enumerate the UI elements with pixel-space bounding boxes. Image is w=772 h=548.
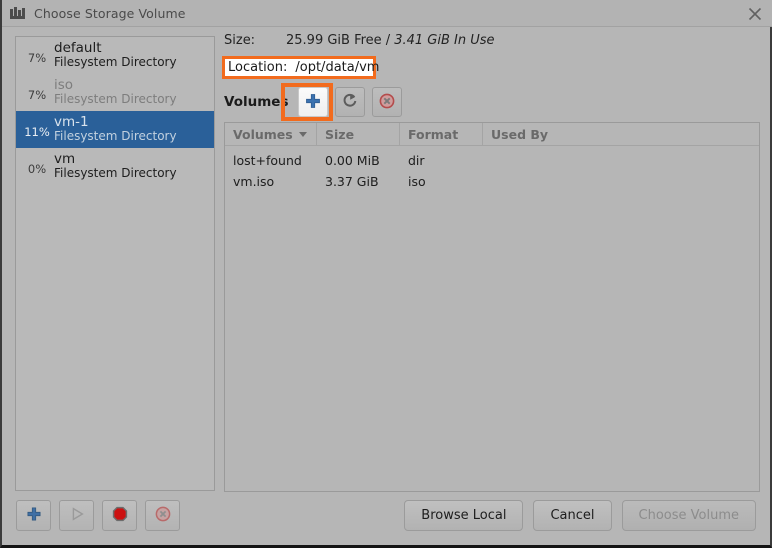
pool-usage-percent: 11% [20, 121, 54, 139]
pool-details: Size: 25.99 GiB Free / 3.41 GiB In Use [224, 33, 760, 53]
storage-pool-list[interactable]: 7% default Filesystem Directory 7% iso F… [15, 36, 215, 491]
cancel-button[interactable]: Cancel [533, 500, 611, 531]
pool-type: Filesystem Directory [54, 56, 177, 69]
table-row[interactable]: vm.iso 3.37 GiB iso [225, 171, 759, 192]
cell-volume-used-by [483, 171, 758, 192]
column-header-used-by[interactable]: Used By [483, 123, 758, 145]
pool-action-buttons [16, 500, 188, 531]
location-label: Location: [225, 60, 287, 75]
window-title: Choose Storage Volume [34, 6, 186, 21]
refresh-icon [341, 92, 359, 113]
start-pool-button [59, 500, 94, 531]
add-pool-button[interactable] [16, 500, 51, 531]
cell-volume-size: 3.37 GiB [317, 171, 400, 192]
pool-name: default [54, 41, 177, 56]
choose-storage-volume-dialog: Choose Storage Volume 7% default Filesys… [0, 0, 772, 548]
column-header-size[interactable]: Size [317, 123, 400, 145]
pool-type: Filesystem Directory [54, 93, 177, 106]
pool-usage-percent: 7% [20, 47, 54, 65]
column-header-label: Volumes [233, 127, 293, 142]
pool-name: vm-1 [54, 115, 177, 130]
size-used-value: 3.41 GiB In Use [394, 33, 494, 48]
pool-name: vm [54, 152, 177, 167]
dialog-action-buttons: Browse Local Cancel Choose Volume [394, 500, 756, 531]
cell-volume-size: 0.00 MiB [317, 150, 400, 171]
choose-volume-button: Choose Volume [622, 500, 756, 531]
delete-x-icon [154, 505, 172, 526]
pool-type: Filesystem Directory [54, 130, 177, 143]
cell-volume-used-by [483, 150, 758, 171]
stop-icon [111, 505, 129, 526]
location-value: /opt/data/vm [287, 60, 379, 75]
table-row[interactable]: lost+found 0.00 MiB dir [225, 150, 759, 171]
plus-icon [25, 505, 43, 526]
sort-descending-icon [299, 132, 307, 137]
pool-usage-percent: 0% [20, 158, 54, 176]
location-row-highlight: Location: /opt/data/vm [222, 56, 376, 79]
pool-list-item-selected[interactable]: 11% vm-1 Filesystem Directory [16, 111, 214, 148]
pool-list-item[interactable]: 7% iso Filesystem Directory [16, 74, 214, 111]
browse-local-button[interactable]: Browse Local [404, 500, 523, 531]
title-bar: Choose Storage Volume [2, 0, 772, 27]
vm-app-icon [10, 7, 26, 19]
size-label: Size: [224, 33, 286, 48]
size-free-value: 25.99 GiB Free / [286, 33, 390, 48]
pool-name: iso [54, 78, 177, 93]
cell-volume-name: lost+found [225, 150, 317, 171]
table-header-row: Volumes Size Format Used By [225, 123, 759, 146]
refresh-volumes-button[interactable] [335, 87, 365, 117]
play-icon [68, 505, 86, 526]
volumes-label: Volumes [224, 94, 288, 110]
delete-pool-button [145, 500, 180, 531]
new-volume-button-highlight [281, 83, 333, 121]
stop-pool-button[interactable] [102, 500, 137, 531]
close-icon[interactable] [746, 5, 764, 23]
volumes-table[interactable]: Volumes Size Format Used By lost+found 0… [224, 122, 760, 492]
column-header-volumes[interactable]: Volumes [225, 123, 317, 145]
column-header-format[interactable]: Format [400, 123, 483, 145]
delete-x-icon [378, 92, 396, 113]
pool-type: Filesystem Directory [54, 167, 177, 180]
delete-volume-button[interactable] [372, 87, 402, 117]
pool-list-item[interactable]: 0% vm Filesystem Directory [16, 148, 214, 185]
cell-volume-format: iso [400, 171, 483, 192]
pool-usage-percent: 7% [20, 84, 54, 102]
size-row: Size: 25.99 GiB Free / 3.41 GiB In Use [224, 33, 760, 53]
pool-list-item[interactable]: 7% default Filesystem Directory [16, 37, 214, 74]
cell-volume-format: dir [400, 150, 483, 171]
cell-volume-name: vm.iso [225, 171, 317, 192]
